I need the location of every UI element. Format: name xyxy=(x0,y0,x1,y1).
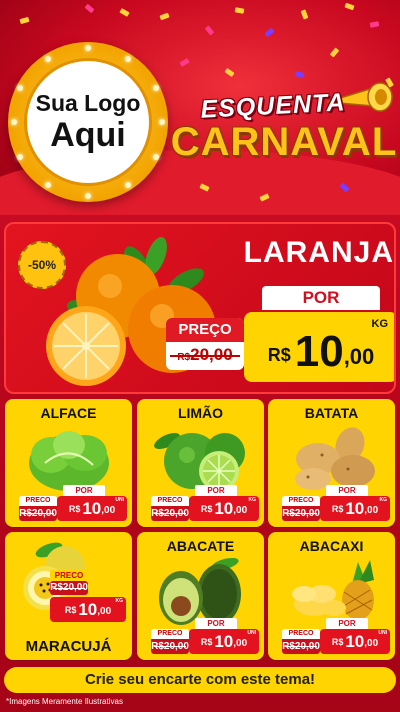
por-label: POR xyxy=(195,485,237,496)
featured-product-name: LARANJA xyxy=(243,236,394,269)
new-price: UNI R$ 10,00 xyxy=(320,629,390,654)
product-card: ABACAXI POR PRECO R$20,00 UNI R$ 10,00 xyxy=(268,532,395,660)
potato-icon xyxy=(295,427,375,490)
por-label: POR xyxy=(326,485,368,496)
old-price-box: PRECO R$20,00 xyxy=(151,496,189,521)
featured-unit: KG xyxy=(371,318,389,330)
confetti-piece xyxy=(204,25,215,36)
new-price: KG R$ 10,00 xyxy=(320,496,390,521)
product-name: ALFACE xyxy=(40,405,97,421)
por-label: POR xyxy=(326,618,368,629)
product-card: BATATA POR PRECO R$20,00 KG R$ 10,00 xyxy=(268,399,395,527)
product-card: LIMÃO POR PRECO R$20,00 KG R$ 10,00 xyxy=(137,399,264,527)
featured-price-decimal: ,00 xyxy=(343,344,375,369)
new-price: UNI R$ 10,00 xyxy=(57,496,127,521)
logo-text-line2: Aqui xyxy=(50,116,126,154)
old-price-box: PRECO R$20,00 xyxy=(282,629,320,654)
confetti-piece xyxy=(234,7,245,14)
price-tag: POR PRECO R$20,00 UNI R$ 10,00 xyxy=(282,618,390,656)
confetti-piece xyxy=(159,12,170,21)
product-card: ALFACE POR PRECO R$20,00 UNI R$ 10,00 xyxy=(5,399,132,527)
logo-badge: Sua Logo Aqui xyxy=(8,42,168,202)
featured-price-box: KG R$ 10 ,00 xyxy=(244,312,394,382)
featured-offer: -50% LARANJA POR PREÇO R$20,00 KG R$ 10 … xyxy=(4,222,396,394)
product-card: ABACATE POR PRECO R$20,00 UNI R$ 10,00 xyxy=(137,532,264,660)
confetti-piece xyxy=(369,21,380,28)
confetti-piece xyxy=(344,2,355,11)
por-label: POR xyxy=(63,485,105,496)
old-price-box: PRECO R$20,00 xyxy=(282,496,320,521)
discount-badge: -50% xyxy=(18,241,66,289)
new-price: KG R$ 10,00 xyxy=(50,597,126,622)
confetti-piece xyxy=(329,47,340,58)
header-banner: Sua Logo Aqui ESQUENTA CARNAVAL xyxy=(0,0,400,215)
logo-text-line1: Sua Logo xyxy=(35,90,141,116)
pineapple-icon xyxy=(292,560,374,620)
price-tag: POR PRECO R$20,00 UNI R$ 10,00 xyxy=(151,618,259,656)
confetti-piece xyxy=(19,16,30,25)
confetti-piece xyxy=(294,70,305,79)
price-tag: POR PRECO R$20,00 UNI R$ 10,00 xyxy=(19,485,127,523)
new-price: UNI R$ 10,00 xyxy=(189,629,259,654)
price-tag: POR PRECO R$20,00 KG R$ 10,00 xyxy=(282,485,390,523)
product-name: BATATA xyxy=(304,405,359,421)
product-card: PRECO R$20,00 KG R$ 10,00 MARACUJÁ xyxy=(5,532,132,660)
old-price-box: R$20,00 xyxy=(50,581,88,595)
confetti-piece xyxy=(119,8,130,17)
disclaimer-text: *Imagens Meramente Ilustrativas xyxy=(6,697,123,706)
price-tag: PRECO R$20,00 KG R$ 10,00 xyxy=(50,570,132,622)
old-price-box: PRECO R$20,00 xyxy=(151,629,189,654)
featured-currency: R$ xyxy=(267,345,291,365)
preco-label: PRECO xyxy=(50,570,88,581)
price-tag: POR PRECO R$20,00 KG R$ 10,00 xyxy=(151,485,259,523)
featured-old-price-box: PREÇO R$20,00 xyxy=(166,318,244,370)
confetti-piece xyxy=(300,9,309,20)
product-name: MARACUJÁ xyxy=(25,638,112,655)
product-name: ABACAXI xyxy=(299,538,364,554)
logo-placeholder: Sua Logo Aqui xyxy=(24,58,152,186)
new-price: KG R$ 10,00 xyxy=(189,496,259,521)
confetti-piece xyxy=(84,3,95,14)
confetti-piece xyxy=(179,58,190,67)
lettuce-icon xyxy=(29,431,109,491)
lime-icon xyxy=(154,432,245,491)
por-label: POR xyxy=(195,618,237,629)
featured-old-price: R$20,00 xyxy=(166,342,244,370)
avocado-icon xyxy=(159,557,241,625)
confetti-piece xyxy=(264,27,275,38)
featured-preco-label: PREÇO xyxy=(166,318,244,342)
flyer-page: Sua Logo Aqui ESQUENTA CARNAVAL -50% LAR… xyxy=(0,0,400,712)
old-price-box: PRECO R$20,00 xyxy=(19,496,57,521)
campaign-title-line2: CARNAVAL xyxy=(170,120,398,164)
cta-banner[interactable]: Crie seu encarte com este tema! xyxy=(4,667,396,693)
product-name: LIMÃO xyxy=(177,405,224,421)
featured-por-label: POR xyxy=(262,286,380,310)
featured-price-integer: 10 xyxy=(294,327,344,376)
confetti-piece xyxy=(224,67,235,78)
product-name: ABACATE xyxy=(166,538,235,554)
